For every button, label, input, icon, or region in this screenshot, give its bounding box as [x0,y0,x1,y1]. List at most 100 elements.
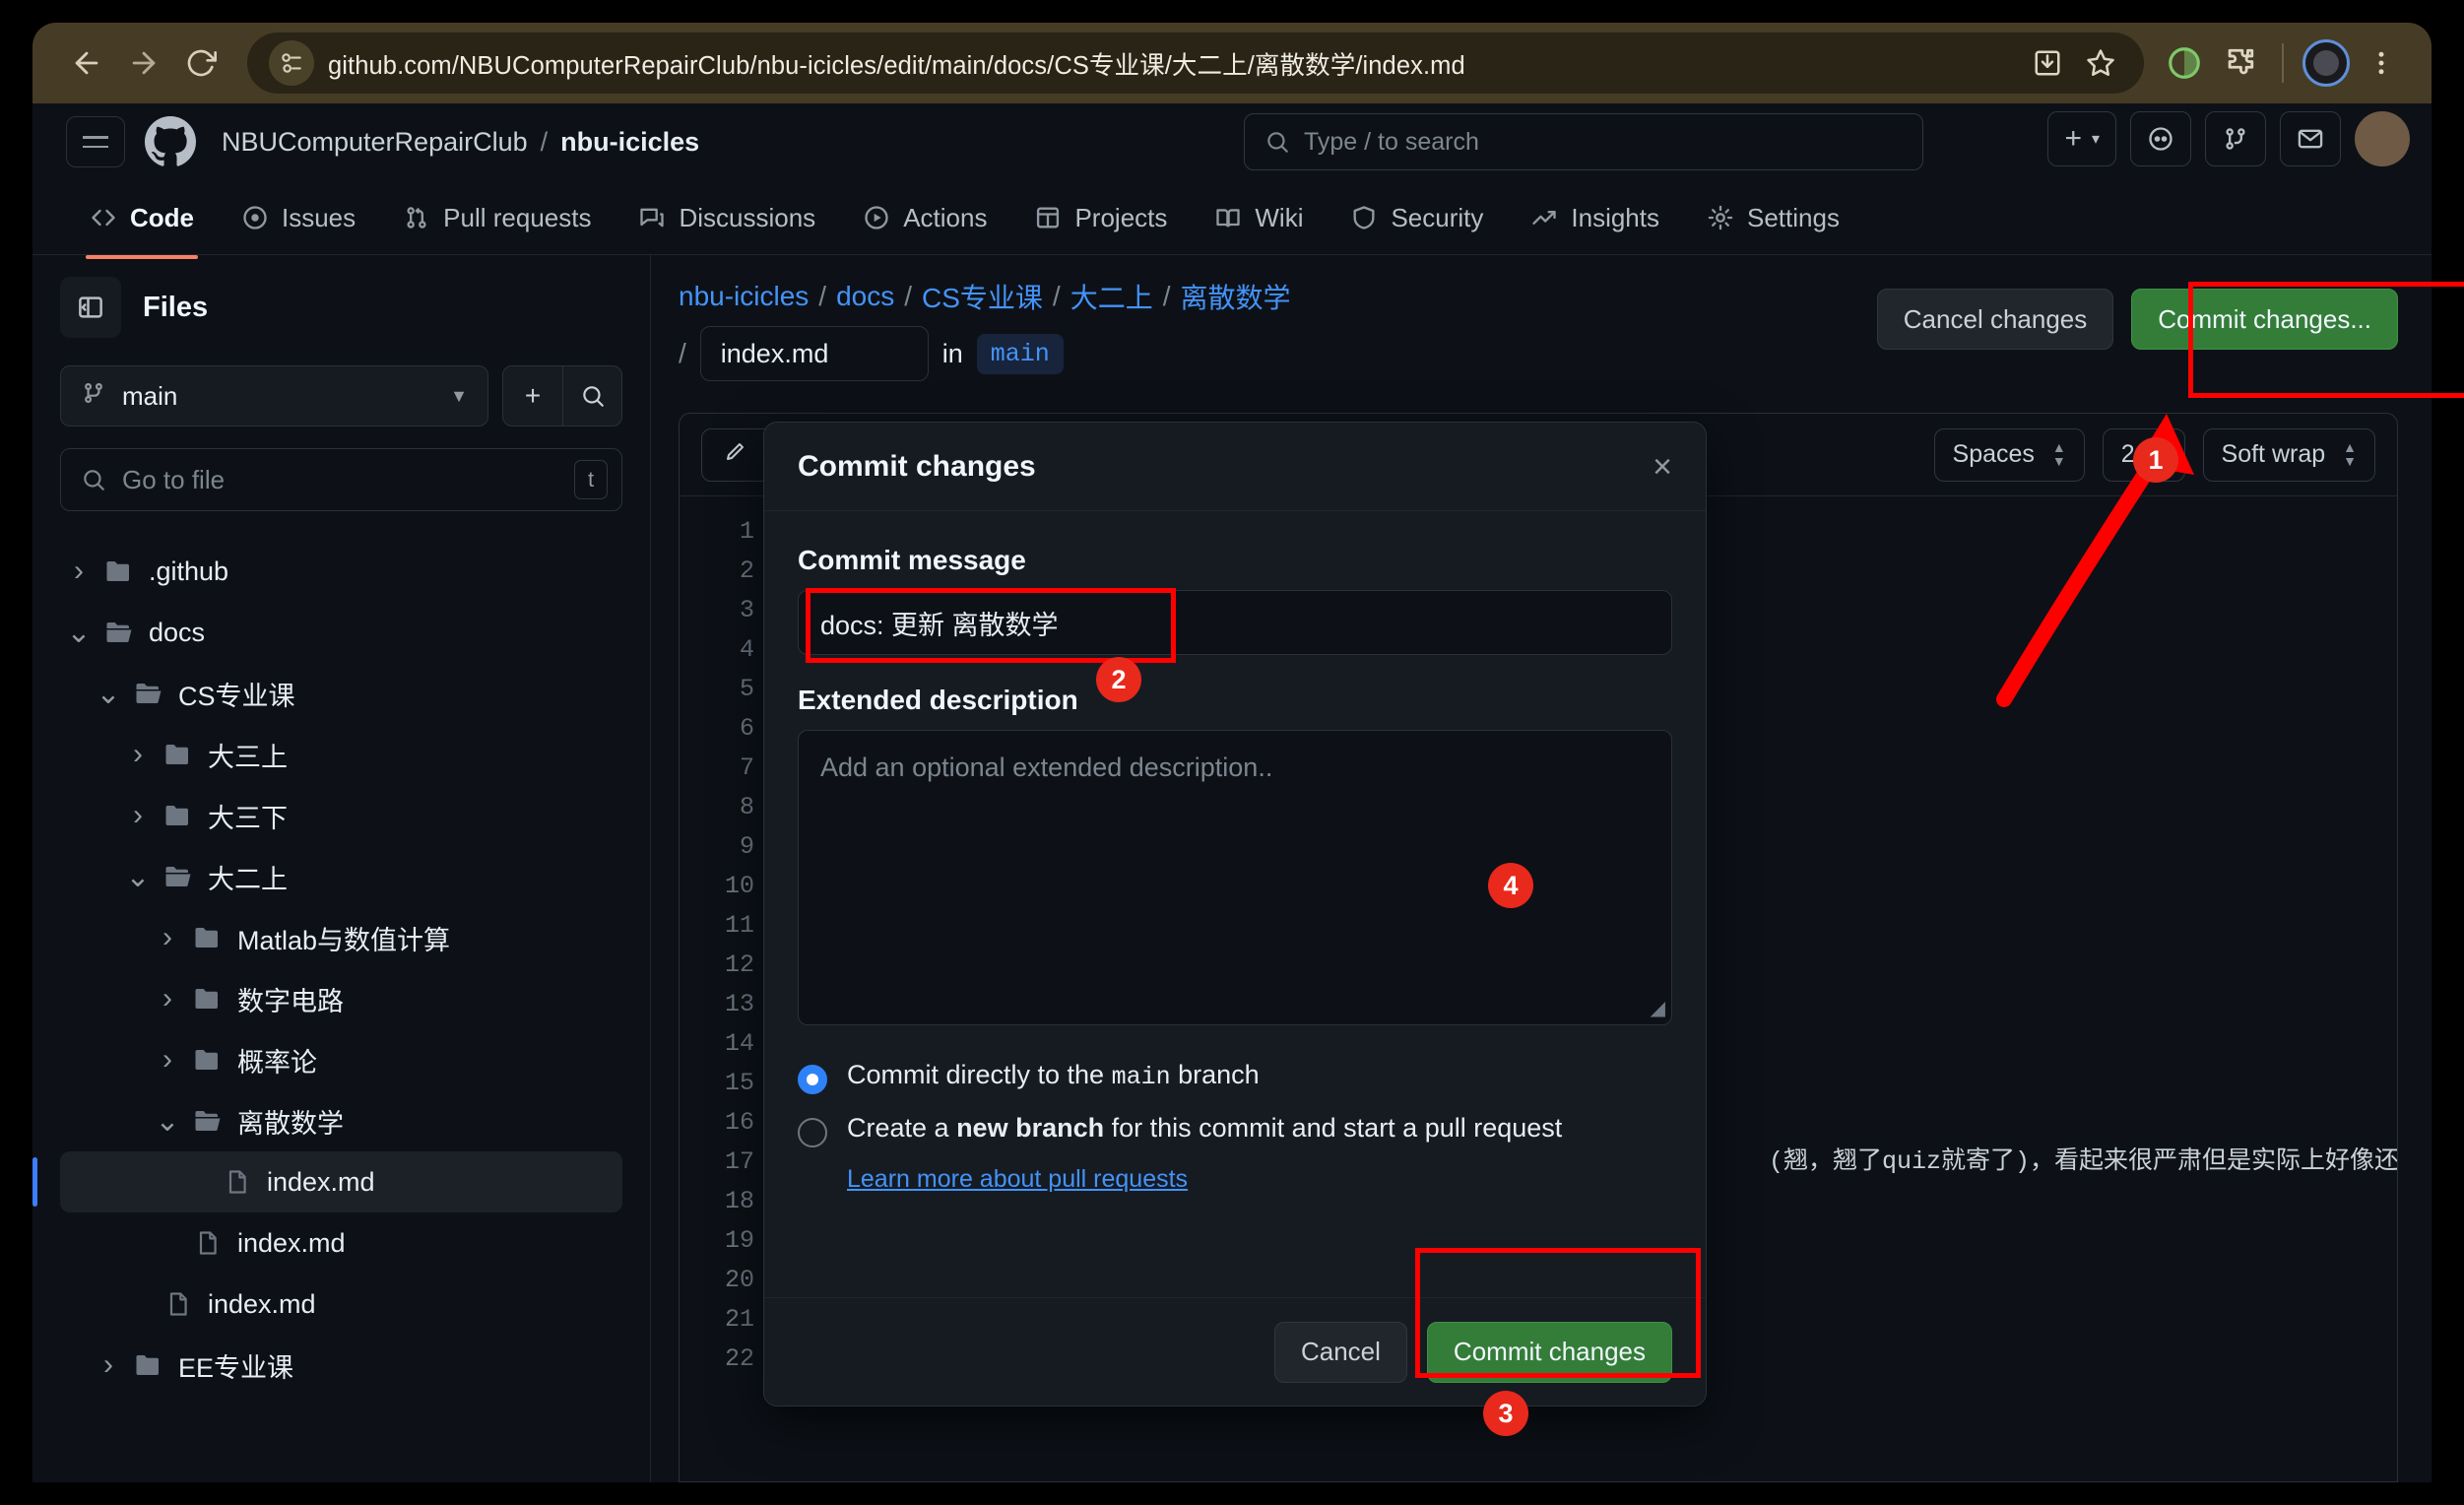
commit-directly-option[interactable]: Commit directly to the main branch [798,1059,1672,1094]
commit-directly-suffix: branch [1170,1060,1260,1089]
chevron-down-icon[interactable]: ⌄ [90,677,127,711]
tree-folder-row[interactable]: › 大三下 [60,785,622,846]
indent-mode-select[interactable]: Spaces ▲ ▼ [1933,427,2085,482]
create-branch-label: Create a new branch for this commit and … [847,1112,1562,1145]
file-name-input[interactable]: index.md [699,326,929,381]
hamburger-menu-icon[interactable] [66,116,125,167]
code-icon [90,204,117,231]
site-settings-icon[interactable] [269,40,314,86]
step-badge-2: 2 [1096,657,1141,702]
breadcrumb-link[interactable]: CS专业课 [922,277,1043,316]
star-icon[interactable] [2079,41,2122,85]
tree-folder-row[interactable]: › EE专业课 [60,1335,622,1396]
tab-settings[interactable]: Settings [1689,193,1857,243]
modal-cancel-button[interactable]: Cancel [1273,1321,1407,1383]
learn-more-link[interactable]: Learn more about pull requests [847,1165,1672,1194]
chevron-right-icon[interactable]: › [90,1348,127,1382]
tab-insights[interactable]: Insights [1513,193,1677,243]
extended-description-textarea[interactable]: Add an optional extended description.. ◢ [798,730,1672,1025]
breadcrumb-link[interactable]: 离散数学 [1180,277,1290,316]
search-icon [1267,132,1288,153]
tab-discussions[interactable]: Discussions [620,193,833,243]
repo-breadcrumb-header: NBUComputerRepairClub / nbu-icicles [222,127,699,158]
tree-folder-row[interactable]: ⌄ 大二上 [60,846,622,907]
chevron-down-icon[interactable]: ⌄ [149,1104,186,1139]
go-to-file-input[interactable]: Go to file t [60,448,622,511]
file-actions-group: + [502,365,622,426]
tree-folder-row[interactable]: › 数字电路 [60,968,622,1029]
tree-folder-row[interactable]: ⌄ 离散数学 [60,1090,622,1151]
tab-issues[interactable]: Issues [224,193,373,243]
notifications-button[interactable] [2280,111,2341,166]
chevron-right-icon[interactable]: › [119,738,157,771]
plus-icon[interactable]: + [503,366,562,425]
chevron-right-icon[interactable]: › [149,921,186,954]
tab-security[interactable]: Security [1332,193,1501,243]
tab-projects[interactable]: Projects [1016,193,1185,243]
tree-folder-row[interactable]: ⌄ docs [60,602,622,663]
sidebar-collapse-icon[interactable] [60,277,121,338]
chrome-menu-icon[interactable] [2357,38,2406,88]
commit-changes-top-button[interactable]: Commit changes... [2131,289,2398,350]
radio-commit-directly[interactable] [798,1065,827,1094]
branch-row: main ▼ + [60,365,622,426]
tree-file-row[interactable]: index.md [60,1274,622,1335]
tab-pull-requests-label: Pull requests [443,202,592,232]
breadcrumb-link[interactable]: 大二上 [1070,277,1153,316]
header-actions: + ▾ [2047,111,2410,166]
resize-grip-icon[interactable]: ◢ [1651,996,1665,1020]
chevron-down-icon[interactable]: ⌄ [60,616,97,650]
search-input[interactable]: Type / to search [1244,113,1923,170]
chevron-right-icon[interactable]: › [119,799,157,832]
branch-selector[interactable]: main ▼ [60,365,488,426]
tree-file-row[interactable]: index.md [32,1151,622,1212]
commit-message-input[interactable]: docs: 更新 离散数学 [798,590,1672,655]
github-logo-icon[interactable] [145,113,202,170]
tree-folder-row[interactable]: › Matlab与数值计算 [60,907,622,968]
chevron-right-icon[interactable]: › [149,982,186,1015]
browser-profile-circle-icon[interactable] [2160,38,2209,88]
address-bar[interactable]: github.com/NBUComputerRepairClub/nbu-ici… [247,33,2144,94]
tab-pull-requests[interactable]: Pull requests [385,193,609,243]
line-number: 4 [739,635,754,664]
reload-icon[interactable] [172,34,229,92]
folder-icon [97,556,141,586]
radio-create-branch[interactable] [798,1118,827,1147]
breadcrumb-link[interactable]: docs [836,281,894,312]
tree-node-label: 大三上 [208,742,288,772]
repo-name-link[interactable]: nbu-icicles [560,127,699,158]
line-number-gutter: 1 2 3 4 5 6 7 8 9 10 11 12 13 14 15 16 17 18 19 20 21 22 [680,496,754,1481]
tree-folder-row[interactable]: › 概率论 [60,1029,622,1090]
tree-folder-row[interactable]: ⌄ CS专业课 [60,663,622,724]
copilot-button[interactable] [2130,111,2191,166]
chevron-right-icon[interactable]: › [60,555,97,588]
modal-commit-changes-button[interactable]: Commit changes [1426,1321,1672,1383]
step-badge-3: 3 [1483,1391,1528,1436]
tab-actions[interactable]: Actions [845,193,1005,243]
tab-code[interactable]: Code [72,193,212,259]
tree-file-row[interactable]: index.md [60,1212,622,1274]
wrap-mode-select[interactable]: Soft wrap ▲ ▼ [2202,427,2375,482]
create-branch-option[interactable]: Create a new branch for this commit and … [798,1112,1672,1147]
tree-folder-row[interactable]: › .github [60,541,622,602]
create-new-button[interactable]: + ▾ [2047,111,2116,166]
tab-wiki[interactable]: Wiki [1197,193,1321,243]
extensions-puzzle-icon[interactable] [2215,38,2264,88]
avatar[interactable] [2355,111,2410,166]
chevron-right-icon[interactable]: › [149,1043,186,1077]
back-arrow-icon[interactable] [58,34,115,92]
folder-icon [186,923,229,952]
forward-arrow-icon[interactable] [115,34,172,92]
issues-button[interactable] [2205,111,2266,166]
breadcrumb-link[interactable]: nbu-icicles [679,281,809,312]
search-icon[interactable] [562,366,621,425]
repo-owner-link[interactable]: NBUComputerRepairClub [222,127,528,158]
chevron-down-icon[interactable]: ⌄ [119,860,157,894]
close-icon[interactable]: × [1653,450,1672,484]
tree-folder-row[interactable]: › 大三上 [60,724,622,785]
line-number: 13 [724,990,754,1018]
tree-node-label: 大三下 [208,803,288,833]
cancel-changes-button[interactable]: Cancel changes [1876,289,2114,350]
install-app-icon[interactable] [2026,41,2069,85]
profile-avatar-icon[interactable] [2302,38,2351,88]
